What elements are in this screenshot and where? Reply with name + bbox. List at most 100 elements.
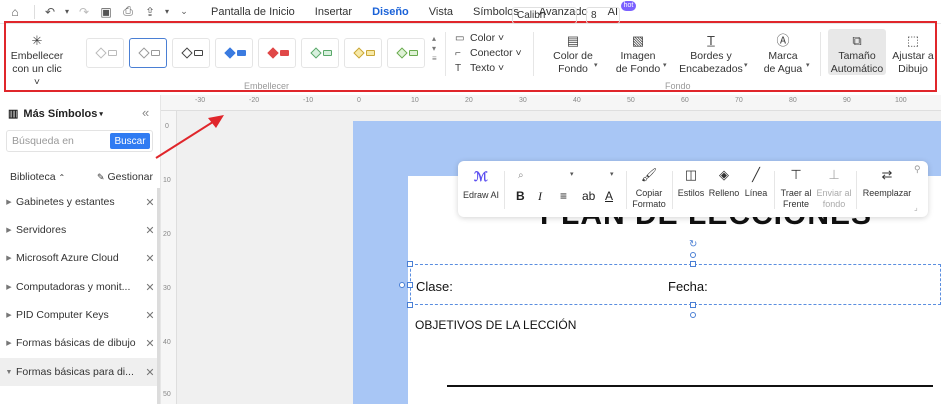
- styles-scroll-icon[interactable]: ▴ ▾ ≡: [432, 34, 437, 64]
- copiar-formato-button[interactable]: 🖌 Copiar Formato: [630, 168, 668, 210]
- embellecer-button[interactable]: ✳ Embellecer con un clic ˅: [8, 32, 66, 89]
- ajustar-a-dibujo-button[interactable]: ⬚ Ajustar a Dibujo: [890, 32, 936, 76]
- library-item[interactable]: ▶ Gabinetes y estantes ✕: [0, 188, 158, 216]
- marca-de-agua-button[interactable]: Ⓐ Marca de Agua: [761, 32, 805, 76]
- more-icon[interactable]: ⌄: [175, 3, 193, 21]
- close-icon[interactable]: ✕: [142, 252, 158, 265]
- resize-handle[interactable]: [407, 261, 413, 267]
- font-chevron-down-icon[interactable]: ▾: [570, 170, 574, 178]
- tamano-label-1: Tamaño: [838, 50, 876, 62]
- export-icon[interactable]: ⇪: [141, 3, 159, 21]
- library-item-expanded[interactable]: ▼ Formas básicas para di... ✕: [0, 358, 158, 386]
- bold-icon[interactable]: B: [516, 189, 525, 203]
- redo-icon[interactable]: ↷: [75, 3, 93, 21]
- print-icon[interactable]: ⎙: [119, 3, 137, 21]
- imagen-de-fondo-button[interactable]: ▧ Imagen de Fondo: [613, 32, 663, 76]
- collapse-panel-icon[interactable]: «: [142, 105, 149, 120]
- chevron-down-icon[interactable]: ▾: [744, 61, 748, 69]
- texto-button[interactable]: T Texto ˅: [455, 62, 504, 74]
- search-input[interactable]: [7, 132, 103, 150]
- biblioteca-toggle[interactable]: Biblioteca ⌃: [10, 171, 65, 183]
- undo-dropdown-icon[interactable]: ▾: [63, 3, 71, 21]
- close-icon[interactable]: ✕: [142, 196, 158, 209]
- traer-al-frente-button[interactable]: ⊤ Traer al Frente: [778, 167, 814, 210]
- font-color-icon[interactable]: A: [605, 189, 613, 203]
- edraw-ai-button[interactable]: ℳ Edraw AI: [462, 169, 500, 201]
- chevron-up-icon: ⌃: [58, 173, 66, 182]
- close-icon[interactable]: ✕: [142, 337, 158, 350]
- close-icon[interactable]: ✕: [142, 366, 158, 379]
- expand-icon: ▶: [6, 312, 12, 319]
- style-thumb-5[interactable]: [258, 38, 296, 68]
- bring-front-icon: ⊤: [790, 167, 802, 182]
- style-thumb-2[interactable]: [129, 38, 167, 68]
- relleno-button[interactable]: ◈ Relleno: [708, 168, 740, 199]
- reemplazar-button[interactable]: ⇄ Reemplazar: [862, 168, 912, 199]
- linea-button[interactable]: ╱ Línea: [742, 168, 770, 199]
- estilos-button[interactable]: ◫ Estilos: [676, 168, 706, 199]
- expand-icon: ▶: [6, 199, 12, 206]
- color-de-fondo-button[interactable]: ▤ Color de Fondo: [546, 32, 600, 76]
- edraw-ai-icon: ℳ: [474, 169, 488, 184]
- panel-scrollbar[interactable]: [157, 188, 160, 404]
- font-size-select[interactable]: 8: [586, 7, 620, 24]
- style-thumb-6[interactable]: [301, 38, 339, 68]
- chevron-down-icon[interactable]: ▾: [663, 61, 667, 69]
- style-thumb-7[interactable]: [344, 38, 382, 68]
- ruler-tick: 70: [735, 97, 743, 104]
- italic-icon[interactable]: I: [538, 189, 542, 204]
- annotation-arrow: [155, 115, 224, 159]
- style-thumb-4[interactable]: [215, 38, 253, 68]
- menu-pantalla-de-inicio[interactable]: Pantalla de Inicio: [211, 0, 295, 24]
- connection-point[interactable]: [690, 312, 696, 318]
- connector-icon: ⌐: [455, 47, 461, 59]
- connection-point[interactable]: [399, 282, 405, 288]
- save-icon[interactable]: ▣: [97, 3, 115, 21]
- close-icon[interactable]: ✕: [142, 281, 158, 294]
- connection-point[interactable]: [690, 252, 696, 258]
- rotate-handle-icon[interactable]: ↻: [689, 239, 697, 250]
- menu-diseno[interactable]: Diseño: [372, 0, 409, 24]
- resize-handle[interactable]: [690, 261, 696, 267]
- resize-handle[interactable]: [690, 302, 696, 308]
- size-chevron-down-icon[interactable]: ▾: [610, 170, 614, 178]
- menu-insertar[interactable]: Insertar: [315, 0, 352, 24]
- close-icon[interactable]: ✕: [142, 224, 158, 237]
- resize-handle[interactable]: [407, 302, 413, 308]
- chevron-down-icon[interactable]: ▾: [594, 61, 598, 69]
- chevron-down-icon[interactable]: ▾: [806, 61, 810, 69]
- menu-vista[interactable]: Vista: [429, 0, 453, 24]
- ruler-tick: 10: [163, 177, 171, 184]
- gestionar-button[interactable]: ✎ Gestionar: [97, 171, 153, 183]
- library-item[interactable]: ▶ Computadoras y monit... ✕: [0, 273, 158, 301]
- fecha-label[interactable]: Fecha:: [668, 279, 708, 294]
- undo-icon[interactable]: ↶: [41, 3, 59, 21]
- home-icon[interactable]: ⌂: [6, 3, 24, 21]
- style-thumb-1[interactable]: [86, 38, 124, 68]
- resize-handle[interactable]: [407, 282, 413, 288]
- enviar-al-fondo-button[interactable]: ⊥ Enviar al fondo: [816, 168, 852, 210]
- bordes-encabezados-button[interactable]: T̲ Bordes y Encabezados: [679, 32, 743, 76]
- library-item[interactable]: ▶ Formas básicas de dibujo ✕: [0, 329, 158, 357]
- case-icon[interactable]: ab: [582, 189, 595, 203]
- library-item[interactable]: ▶ Servidores ✕: [0, 216, 158, 244]
- library-item[interactable]: ▶ Microsoft Azure Cloud ✕: [0, 244, 158, 272]
- library-item[interactable]: ▶ PID Computer Keys ✕: [0, 301, 158, 329]
- color-button[interactable]: ▭ Color ˅: [455, 32, 504, 44]
- pin-icon[interactable]: ⚲: [914, 164, 921, 175]
- close-icon[interactable]: ✕: [142, 309, 158, 322]
- panel-title[interactable]: Más Símbolos: [23, 108, 97, 120]
- clase-label[interactable]: Clase:: [416, 279, 453, 294]
- ruler-tick: 100: [895, 97, 907, 104]
- objetivos-heading[interactable]: OBJETIVOS DE LA LECCIÓN: [415, 318, 576, 332]
- page-color-icon: ▤: [566, 32, 580, 48]
- style-thumb-3[interactable]: [172, 38, 210, 68]
- search-button[interactable]: Buscar: [110, 133, 150, 149]
- conector-button[interactable]: ⌐ Conector ˅: [455, 47, 522, 59]
- font-family-select[interactable]: Calibri: [512, 7, 577, 24]
- align-icon[interactable]: ≡: [560, 189, 567, 203]
- export-dropdown-icon[interactable]: ▾: [163, 3, 171, 21]
- tamano-automatico-button[interactable]: ⧉ Tamaño Automático: [828, 32, 886, 76]
- style-thumb-8[interactable]: [387, 38, 425, 68]
- chevron-down-icon[interactable]: ▾: [99, 110, 103, 118]
